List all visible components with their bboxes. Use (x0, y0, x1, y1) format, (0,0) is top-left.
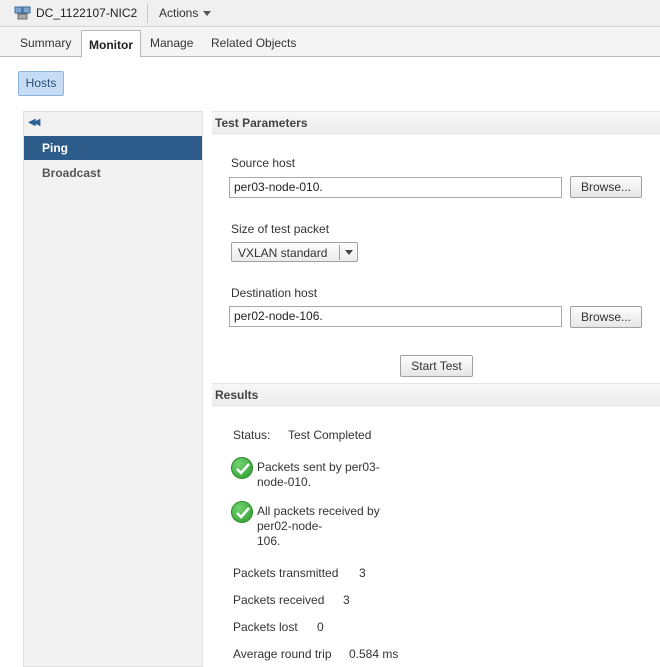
stat-value: 0.584 ms (349, 647, 399, 661)
stat-label: Packets received (233, 593, 325, 607)
destination-host-label: Destination host (231, 286, 318, 300)
tab-monitor[interactable]: Monitor (81, 30, 141, 58)
success-check-icon (231, 457, 253, 479)
stat-value: 0 (317, 620, 324, 634)
stat-label: Packets lost (233, 620, 298, 634)
title-bar: DC_1122107-NIC2 Actions (0, 0, 660, 27)
message-line: node-010. (257, 475, 312, 489)
destination-host-input[interactable]: per02-node-106. (229, 306, 562, 327)
sidebar: ◀◀ Ping Broadcast (23, 111, 203, 667)
start-test-button[interactable]: Start Test (400, 355, 473, 377)
message-line: Packets sent by per03- (257, 460, 380, 474)
actions-menu-button[interactable]: Actions (159, 6, 212, 20)
source-host-label: Source host (231, 156, 296, 170)
status-value: Test Completed (288, 428, 372, 442)
source-host-input[interactable]: per03-node-010. (229, 177, 562, 198)
message-line: 106. (257, 534, 281, 548)
stat-value: 3 (359, 566, 366, 580)
stat-value: 3 (343, 593, 350, 607)
double-chevron-left-icon[interactable]: ◀◀ (28, 117, 41, 128)
stat-label: Packets transmitted (233, 566, 339, 580)
packet-size-value: VXLAN standard (238, 246, 328, 260)
message-line: All packets received by (257, 504, 380, 518)
object-title: DC_1122107-NIC2 (36, 6, 138, 20)
sidebar-item-ping[interactable]: Ping (24, 136, 202, 160)
actions-label: Actions (159, 6, 199, 20)
sidebar-item-broadcast[interactable]: Broadcast (24, 161, 202, 185)
packets-received-message: All packets received by per02-node- 106. (257, 504, 380, 549)
select-divider (339, 245, 340, 260)
tab-related-objects[interactable]: Related Objects (211, 36, 296, 50)
source-browse-button[interactable]: Browse... (570, 176, 642, 198)
status-label: Status: (233, 428, 271, 442)
packets-sent-message: Packets sent by per03- node-010. (257, 460, 380, 490)
packet-size-label: Size of test packet (231, 222, 330, 236)
tab-summary[interactable]: Summary (20, 36, 71, 50)
hosts-button[interactable]: Hosts (18, 71, 64, 96)
message-line: per02-node- (257, 519, 323, 533)
chevron-down-icon (345, 250, 353, 255)
packet-size-select[interactable]: VXLAN standard (231, 242, 358, 262)
destination-browse-button[interactable]: Browse... (570, 306, 642, 328)
network-object-icon (14, 6, 31, 20)
results-header: Results (212, 383, 660, 407)
success-check-icon (231, 501, 253, 523)
test-parameters-header: Test Parameters (212, 111, 660, 135)
stat-label: Average round trip (233, 647, 332, 661)
tab-manage[interactable]: Manage (150, 36, 193, 50)
chevron-down-icon (203, 11, 212, 17)
tab-bar: Summary Monitor Manage Related Objects (0, 27, 660, 58)
title-divider (147, 3, 148, 23)
